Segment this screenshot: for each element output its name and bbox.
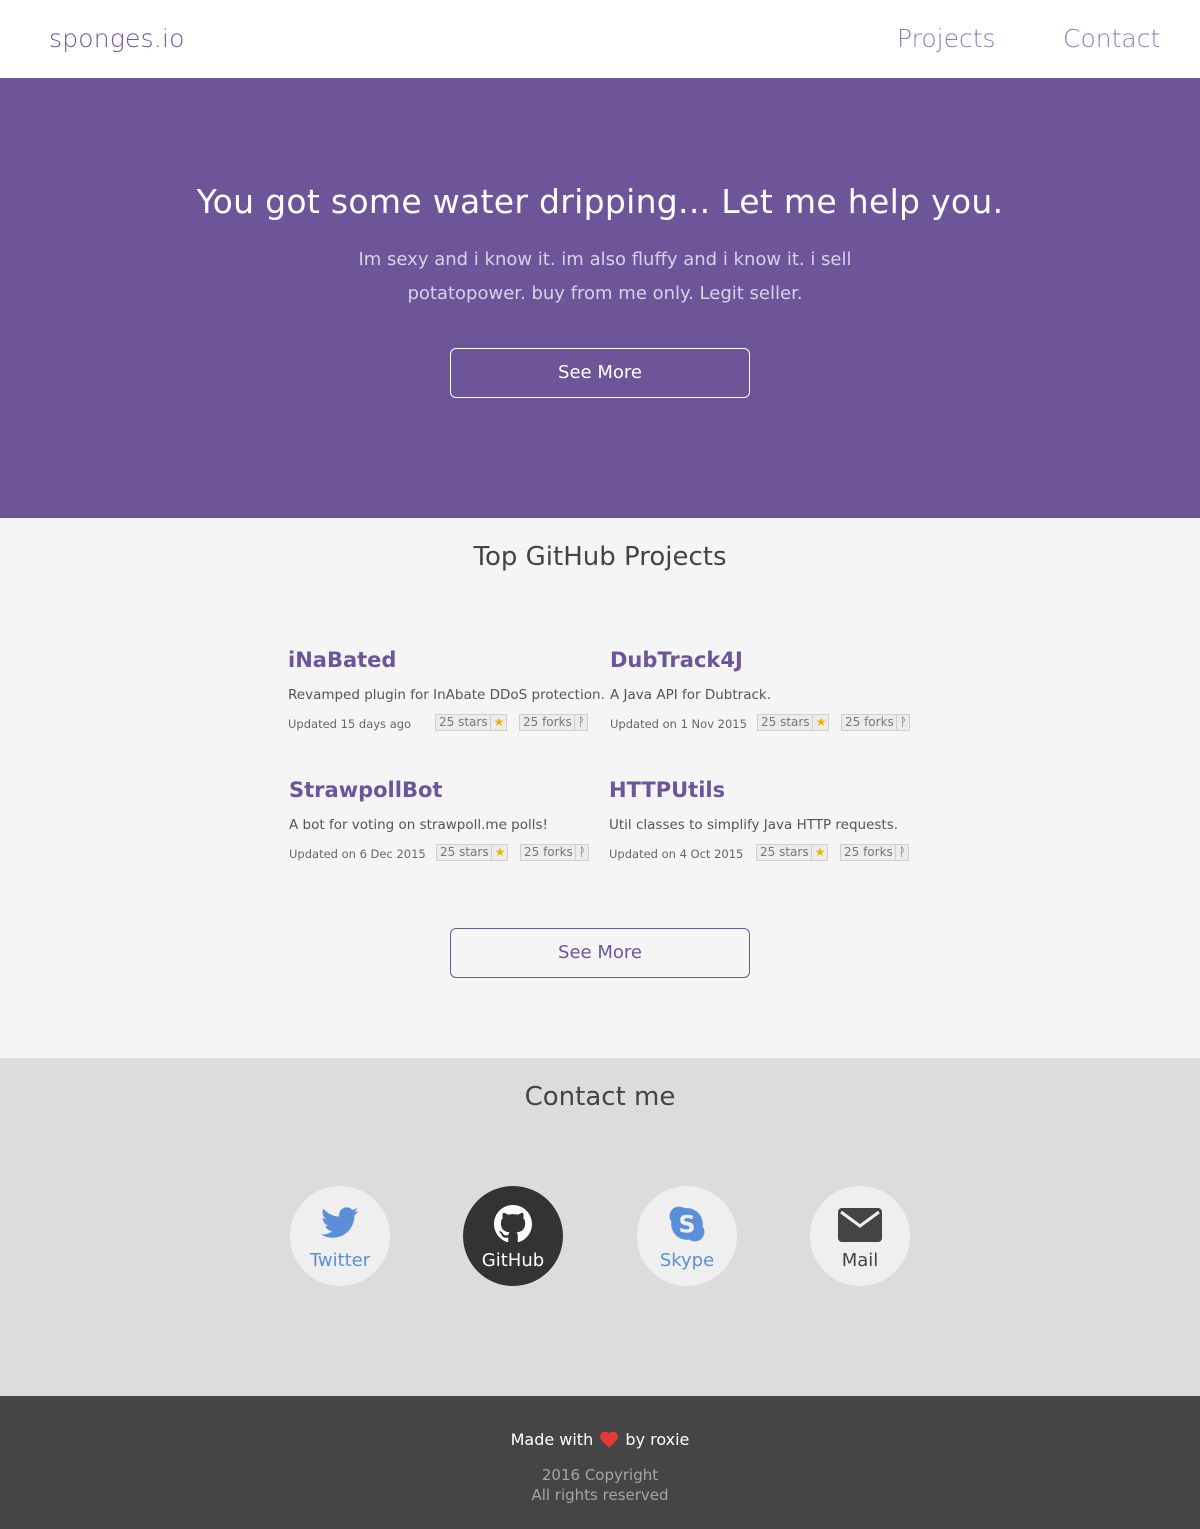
made-with-text: Made with by roxie [0,1430,1200,1449]
project-meta: Updated on 6 Dec 2015 25 stars ★ 25 forks… [289,844,599,864]
project-card: HTTPUtils Util classes to simplify Java … [609,778,919,864]
star-icon: ★ [489,715,504,730]
hero-section: You got some water dripping... Let me he… [0,78,1200,518]
skype-label: Skype [659,1250,715,1271]
project-updated: Updated on 1 Nov 2015 [610,717,747,731]
project-name-link[interactable]: HTTPUtils [609,778,919,808]
hero-see-more-button[interactable]: See More [450,348,750,398]
github-icon [494,1205,532,1243]
footer: Made with by roxie 2016 Copyright All ri… [0,1396,1200,1529]
projects-see-more-button[interactable]: See More [450,928,750,978]
svg-text:S: S [678,1211,695,1239]
project-updated: Updated 15 days ago [288,717,412,731]
fork-icon: ᚹ [894,845,906,860]
project-card: StrawpollBot A bot for voting on strawpo… [289,778,599,864]
mail-link[interactable]: Mail [810,1186,910,1286]
stars-count: 25 stars [440,845,489,859]
twitter-icon [321,1207,359,1238]
project-description: A bot for voting on strawpoll.me polls! [289,817,548,833]
star-icon: ★ [490,845,505,860]
github-link[interactable]: GitHub [463,1186,563,1286]
fork-icon: ᚹ [895,715,907,730]
stars-badge[interactable]: 25 stars ★ [435,714,508,731]
stars-count: 25 stars [439,715,488,729]
project-description: Revamped plugin for InAbate DDoS protect… [288,687,605,703]
project-updated: Updated on 6 Dec 2015 [289,847,426,861]
hero-text: Im sexy and i know it. im also fluffy an… [358,249,852,304]
rights-text: All rights reserved [531,1486,669,1504]
forks-count: 25 forks [524,845,573,859]
hero-title: You got some water dripping... Let me he… [196,182,1004,221]
stars-badge[interactable]: 25 stars ★ [757,714,830,731]
star-icon: ★ [811,715,826,730]
nav-link-contact[interactable]: Contact [1063,24,1160,53]
project-updated: Updated on 4 Oct 2015 [609,847,744,861]
made-with-prefix: Made with [510,1430,594,1449]
brand-logo-link[interactable]: sponges.io [49,24,185,53]
forks-badge[interactable]: 25 forks ᚹ [841,714,910,731]
skype-link[interactable]: S Skype [637,1186,737,1286]
project-name-link[interactable]: StrawpollBot [289,778,599,808]
projects-section: Top GitHub Projects iNaBated Revamped pl… [0,518,1200,1058]
forks-count: 25 forks [845,715,894,729]
twitter-link[interactable]: Twitter [290,1186,390,1286]
contact-section: Contact me Twitter GitHub S Skype Mail [0,1058,1200,1396]
project-card: DubTrack4J A Java API for Dubtrack. Upda… [610,648,920,734]
twitter-label: Twitter [309,1250,371,1271]
project-name-link[interactable]: iNaBated [288,648,598,678]
heart-icon [600,1432,619,1448]
copyright-text: 2016 Copyright [541,1466,659,1484]
navbar: sponges.io Projects Contact [0,0,1200,78]
skype-icon: S [669,1206,705,1242]
project-meta: Updated on 4 Oct 2015 25 stars ★ 25 forks… [609,844,919,864]
github-label: GitHub [481,1250,545,1271]
forks-badge[interactable]: 25 forks ᚹ [520,844,589,861]
made-with-suffix: by roxie [625,1430,690,1449]
forks-count: 25 forks [844,845,893,859]
project-meta: Updated on 1 Nov 2015 25 stars ★ 25 forks… [610,714,920,734]
fork-icon: ᚹ [574,845,586,860]
mail-label: Mail [841,1250,879,1271]
forks-count: 25 forks [523,715,572,729]
stars-count: 25 stars [761,715,810,729]
stars-count: 25 stars [760,845,809,859]
stars-badge[interactable]: 25 stars ★ [436,844,509,861]
project-description: A Java API for Dubtrack. [610,687,772,703]
contact-title: Contact me [524,1082,676,1112]
forks-badge[interactable]: 25 forks ᚹ [519,714,588,731]
nav-link-projects[interactable]: Projects [897,24,996,53]
copyright-block: 2016 Copyright All rights reserved [0,1465,1200,1505]
project-name-link[interactable]: DubTrack4J [610,648,920,678]
forks-badge[interactable]: 25 forks ᚹ [840,844,909,861]
fork-icon: ᚹ [573,715,585,730]
project-meta: Updated 15 days ago 25 stars ★ 25 forks ᚹ [288,714,598,734]
projects-title: Top GitHub Projects [473,542,727,572]
stars-badge[interactable]: 25 stars ★ [756,844,829,861]
project-description: Util classes to simplify Java HTTP reque… [609,817,899,833]
mail-icon [838,1208,882,1242]
star-icon: ★ [810,845,825,860]
project-card: iNaBated Revamped plugin for InAbate DDo… [288,648,605,734]
